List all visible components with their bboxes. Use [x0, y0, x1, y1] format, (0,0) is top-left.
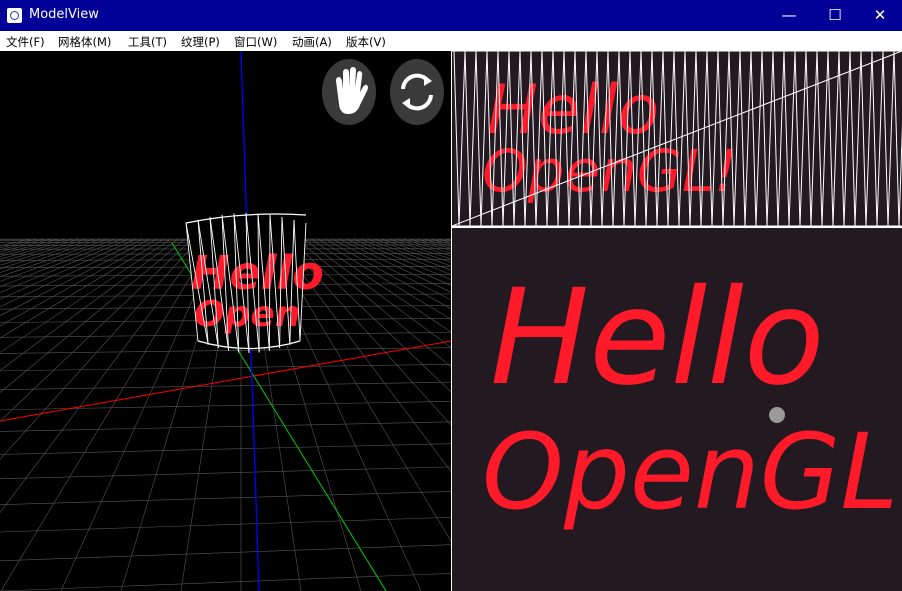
- model-text-line1: Hello: [191, 246, 324, 300]
- rotate-icon: [401, 73, 433, 111]
- menu-bar: 文件(F) 网格体(M) 工具(T) 纹理(P) 窗口(W) 动画(A) 版本(…: [0, 31, 902, 51]
- texture-canvas: Hello OpenGL!: [482, 261, 902, 533]
- uv-canvas: Hello OpenGL!: [452, 51, 902, 226]
- close-icon: ✕: [873, 6, 887, 24]
- texture-dot: [769, 407, 785, 423]
- title-bar[interactable]: ModelView — ☐ ✕: [0, 0, 902, 31]
- menu-mesh[interactable]: 网格体(M): [58, 34, 111, 50]
- texture-preview[interactable]: Hello OpenGL!: [452, 228, 902, 591]
- x-axis: [0, 340, 451, 422]
- uv-mesh-view[interactable]: Hello OpenGL!: [452, 51, 902, 226]
- 3d-viewport[interactable]: Hello Open: [0, 51, 451, 591]
- scene-canvas: Hello Open: [0, 51, 451, 591]
- texture-text-line2: OpenGL!: [482, 411, 902, 533]
- cylinder-model: Hello Open: [185, 212, 324, 354]
- rotate-tool-button[interactable]: [390, 59, 444, 125]
- maximize-icon: ☐: [828, 6, 842, 24]
- menu-file[interactable]: 文件(F): [6, 34, 45, 50]
- hand-icon: [336, 67, 368, 114]
- menu-version[interactable]: 版本(V): [346, 34, 386, 50]
- menu-window[interactable]: 窗口(W): [234, 34, 277, 50]
- minimize-icon: —: [781, 6, 797, 24]
- menu-animation[interactable]: 动画(A): [292, 34, 332, 50]
- app-icon: [7, 8, 22, 23]
- close-button[interactable]: ✕: [857, 0, 902, 31]
- menu-texture[interactable]: 纹理(P): [181, 34, 220, 50]
- maximize-button[interactable]: ☐: [812, 0, 858, 31]
- menu-tools[interactable]: 工具(T): [128, 34, 167, 50]
- texture-text-line1: Hello: [490, 261, 825, 415]
- pan-tool-button[interactable]: [322, 59, 376, 125]
- minimize-button[interactable]: —: [766, 0, 812, 31]
- model-text-line2: Open: [194, 294, 300, 335]
- window-title: ModelView: [29, 7, 99, 22]
